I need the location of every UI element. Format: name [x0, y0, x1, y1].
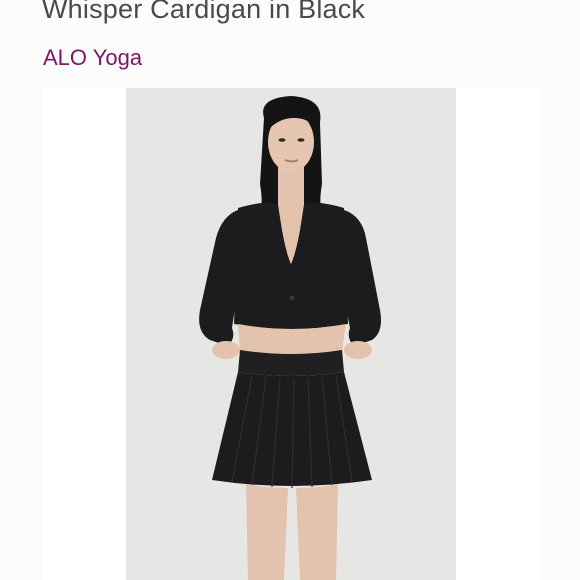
model-illustration: [126, 88, 456, 580]
product-photo[interactable]: [126, 88, 456, 580]
left-hand: [212, 341, 240, 359]
right-hand: [344, 341, 372, 359]
listing-page: Whisper Cardigan in Black ALO Yoga: [0, 0, 580, 580]
left-leg: [246, 484, 288, 580]
cardigan-button: [289, 295, 295, 301]
right-eye: [297, 138, 305, 142]
left-eye: [278, 138, 286, 142]
brand-link[interactable]: ALO Yoga: [43, 45, 142, 71]
right-leg: [296, 484, 338, 580]
product-title: Whisper Cardigan in Black: [42, 0, 366, 24]
